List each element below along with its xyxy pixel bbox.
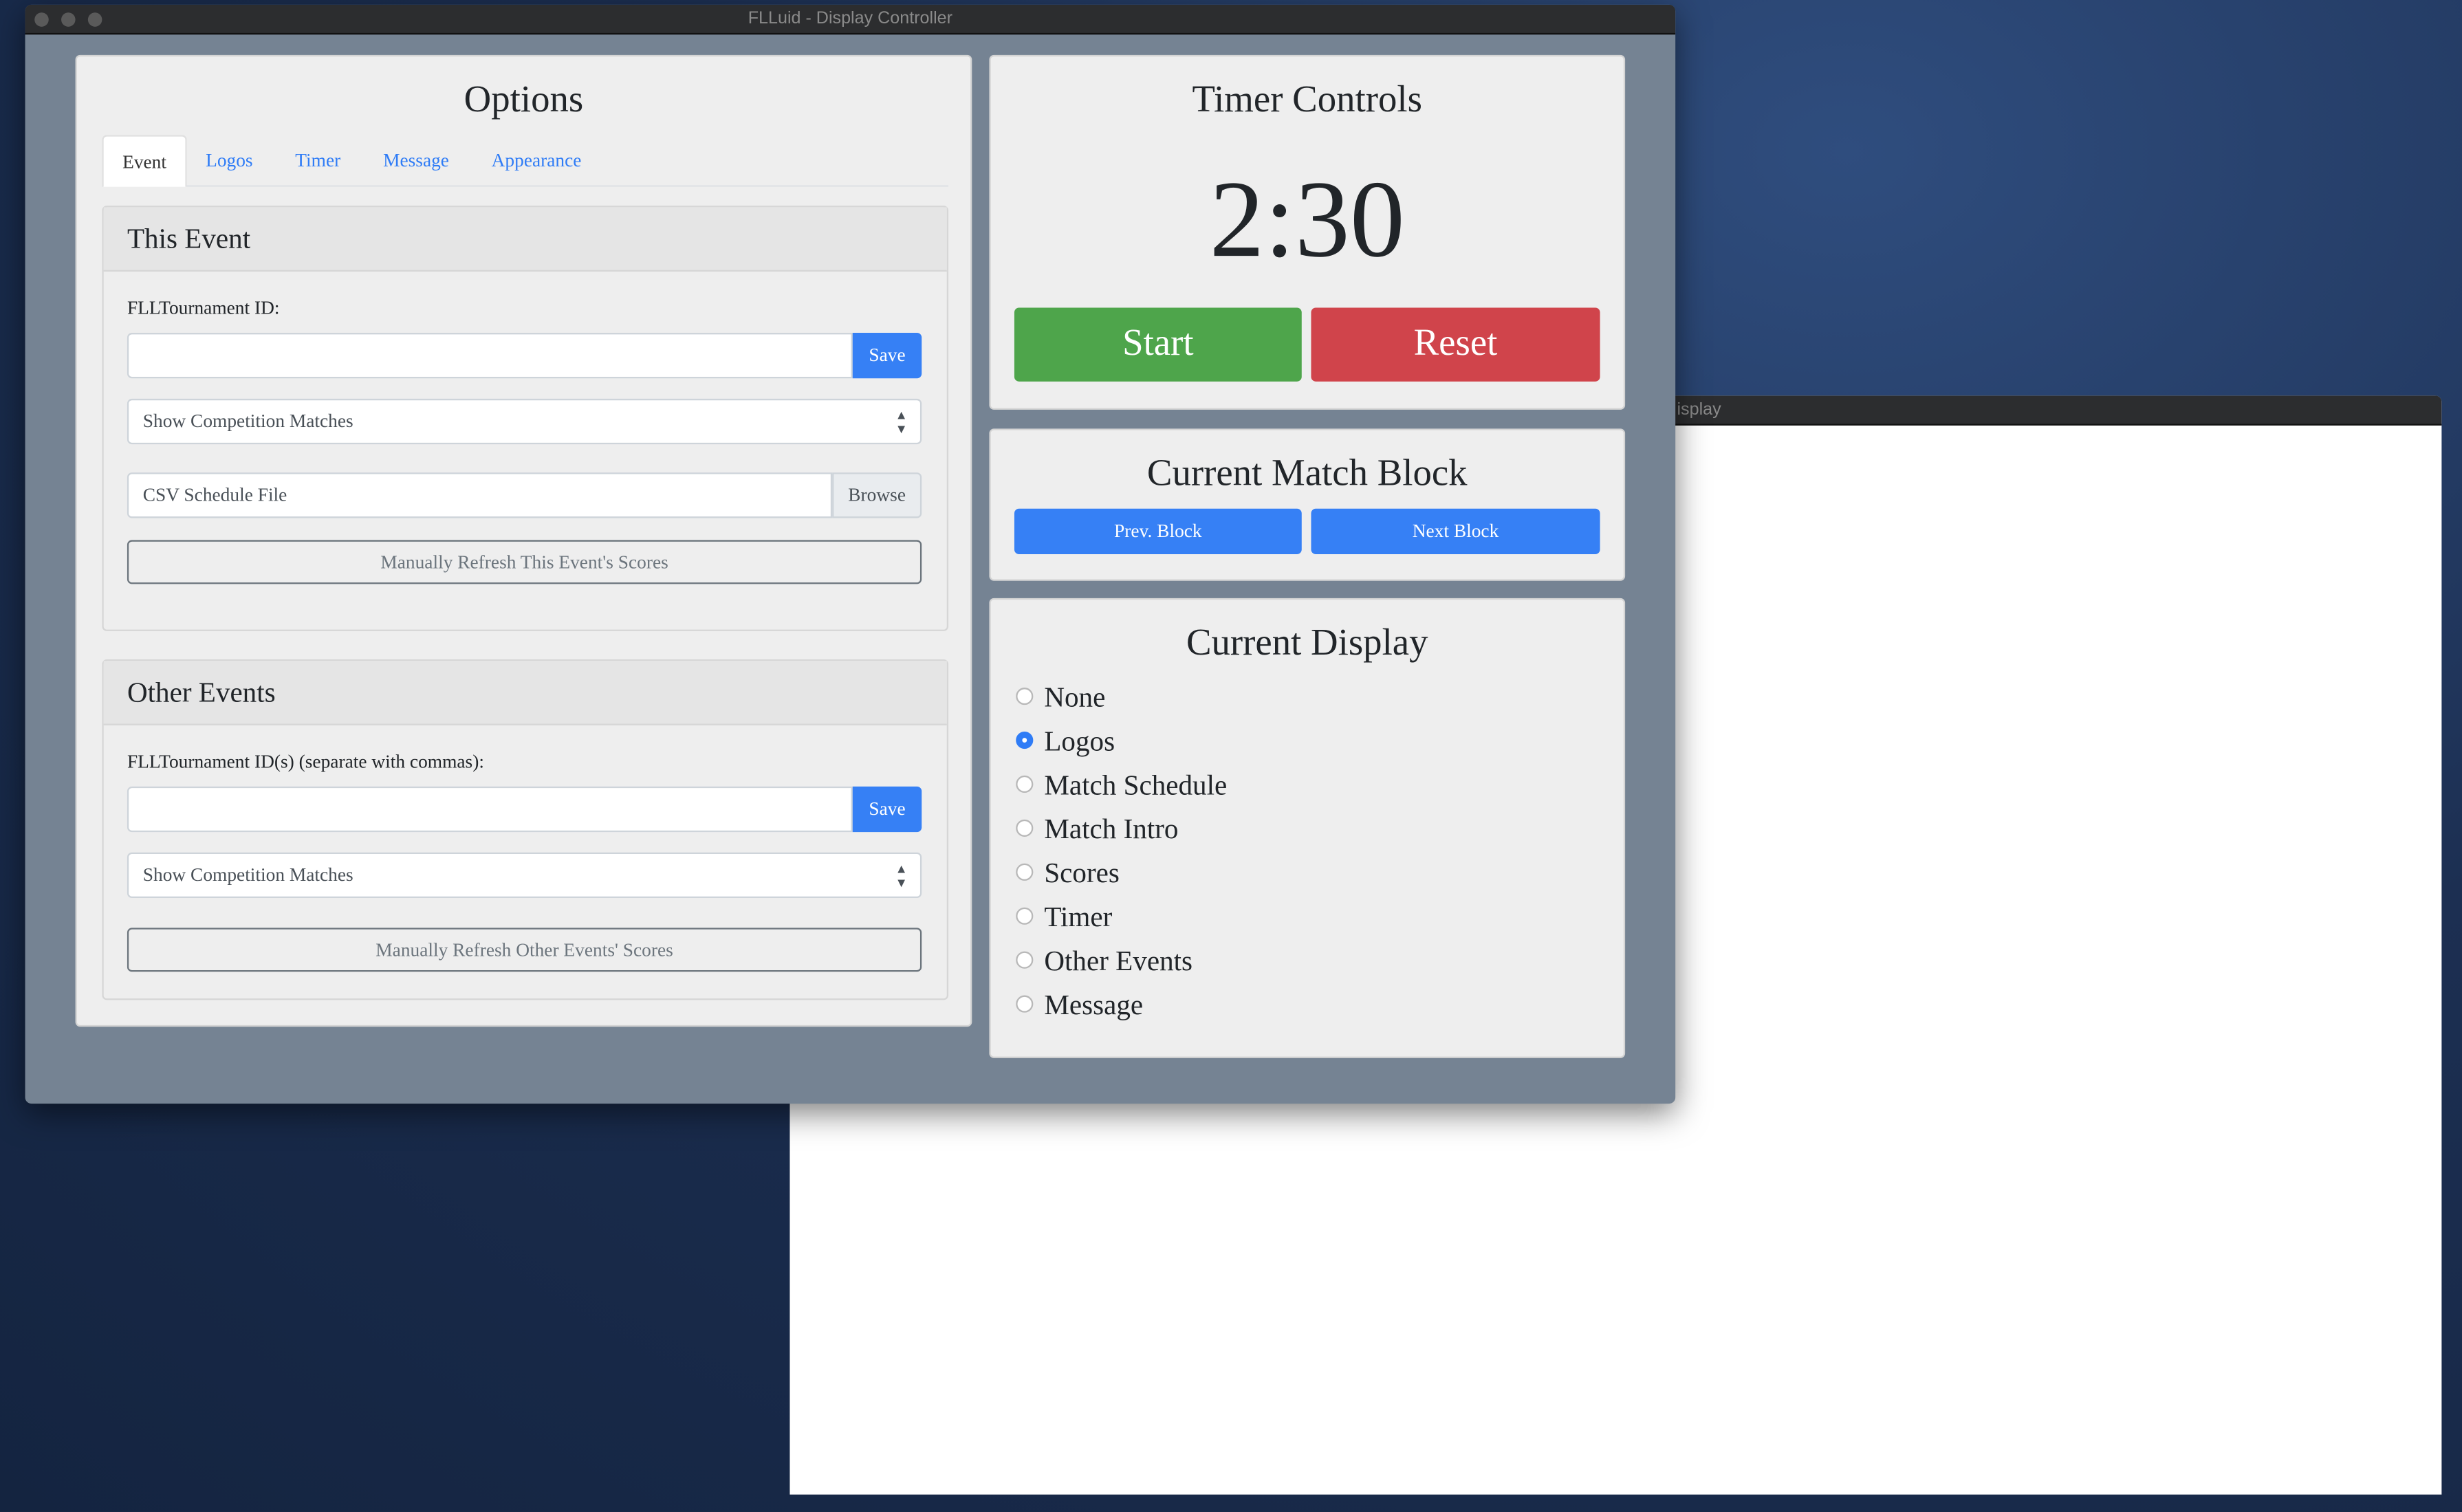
other-match-type-select[interactable]: Show Competition Matches ▲ ▼ (127, 852, 922, 898)
other-events-heading: Other Events (103, 661, 947, 725)
radio-label: Timer (1044, 901, 1113, 933)
next-block-button[interactable]: Next Block (1311, 508, 1600, 554)
display-window-title: isplay (1677, 400, 1721, 419)
main-window: FLLuid - Display Controller Options Even… (25, 4, 1676, 1104)
other-tournament-ids-label: FLLTournament ID(s) (separate with comma… (127, 750, 484, 773)
this-event-heading: This Event (103, 207, 947, 272)
match-type-select[interactable]: Show Competition Matches ▲ ▼ (127, 398, 922, 445)
tournament-id-input[interactable] (127, 333, 853, 379)
options-tabs: Event Logos Timer Message Appearance (102, 135, 949, 187)
minimize-window-button[interactable] (61, 12, 76, 27)
main-window-titlebar[interactable]: FLLuid - Display Controller (25, 4, 1676, 35)
select-arrows-icon: ▲ ▼ (895, 408, 908, 437)
csv-schedule-file-input[interactable]: CSV Schedule File (127, 472, 833, 518)
radio-button[interactable] (1016, 819, 1034, 837)
reset-button[interactable]: Reset (1311, 307, 1600, 382)
timer-title: Timer Controls (1192, 80, 1422, 121)
desktop: isplay FLLuid - Display Controller Optio… (0, 0, 2462, 1512)
radio-button[interactable] (1016, 995, 1034, 1013)
this-event-section: This Event FLLTournament ID: Save Show C… (102, 206, 949, 631)
save-other-ids-button[interactable]: Save (852, 786, 922, 833)
radio-button[interactable] (1016, 951, 1034, 969)
window-title: FLLuid - Display Controller (748, 9, 953, 29)
tab-event[interactable]: Event (102, 135, 187, 187)
radio-label: Logos (1044, 725, 1115, 757)
options-title: Options (464, 80, 584, 121)
tab-message[interactable]: Message (383, 135, 449, 185)
refresh-this-event-button[interactable]: Manually Refresh This Event's Scores (127, 540, 922, 584)
prev-block-button[interactable]: Prev. Block (1014, 508, 1302, 554)
radio-button[interactable] (1016, 863, 1034, 881)
tab-logos[interactable]: Logos (206, 135, 252, 185)
refresh-other-events-button[interactable]: Manually Refresh Other Events' Scores (127, 928, 922, 972)
timer-card: Timer Controls 2:30 Start Reset (989, 54, 1626, 410)
tournament-id-label: FLLTournament ID: (127, 296, 280, 319)
zoom-window-button[interactable] (87, 12, 102, 27)
radio-label: Message (1044, 989, 1144, 1021)
match-type-select-value: Show Competition Matches (142, 409, 353, 432)
radio-button[interactable] (1016, 907, 1034, 925)
radio-label: Other Events (1044, 945, 1193, 977)
options-card: Options Event Logos Timer Message Appear… (75, 54, 972, 1027)
close-window-button[interactable] (34, 12, 49, 27)
radio-button[interactable] (1016, 731, 1034, 749)
radio-button[interactable] (1016, 688, 1034, 705)
browse-button[interactable]: Browse (832, 472, 922, 518)
radio-label: None (1044, 681, 1106, 713)
match-block-title: Current Match Block (1146, 453, 1468, 495)
tab-timer[interactable]: Timer (295, 135, 340, 185)
radio-label: Match Schedule (1044, 769, 1228, 801)
current-display-title: Current Display (1186, 623, 1428, 664)
save-tournament-id-button[interactable]: Save (852, 333, 922, 379)
timer-display: 2:30 (1209, 160, 1405, 281)
current-display-card: Current Display None Logos Match Schedule M… (989, 598, 1626, 1058)
select-arrows-icon: ▲ ▼ (895, 862, 908, 890)
other-match-type-select-value: Show Competition Matches (142, 863, 353, 886)
match-block-card: Current Match Block Prev. Block Next Blo… (989, 428, 1626, 581)
tab-appearance[interactable]: Appearance (492, 135, 582, 185)
start-button[interactable]: Start (1014, 307, 1302, 382)
radio-label: Scores (1044, 857, 1120, 889)
other-events-section: Other Events FLLTournament ID(s) (separa… (102, 659, 949, 1000)
radio-label: Match Intro (1044, 813, 1179, 845)
radio-button[interactable] (1016, 775, 1034, 793)
other-tournament-ids-input[interactable] (127, 786, 853, 833)
